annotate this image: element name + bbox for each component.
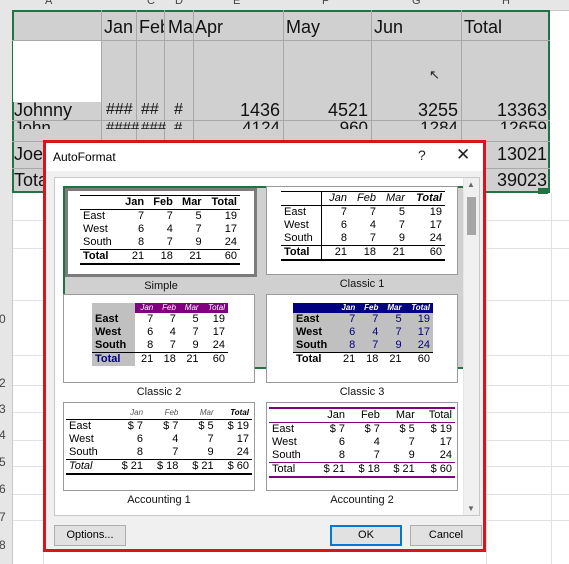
cell[interactable]: ### (106, 100, 133, 120)
close-icon[interactable]: ✕ (456, 145, 470, 165)
cancel-button[interactable]: Cancel (410, 525, 482, 546)
cell[interactable]: May (286, 17, 320, 37)
format-name: Classic 1 (339, 278, 385, 290)
col-header-c[interactable]: C (147, 0, 155, 7)
cell[interactable]: 39023 (488, 170, 547, 190)
cell[interactable]: 13363 (462, 100, 547, 120)
row-header[interactable]: 4 (0, 428, 6, 442)
format-name: Classic 2 (136, 386, 182, 398)
dialog-titlebar[interactable]: AutoFormat ? ✕ (46, 143, 483, 171)
dialog-title: AutoFormat (53, 150, 116, 164)
row-header[interactable]: 8 (0, 538, 6, 552)
cell[interactable]: Mar (168, 17, 193, 37)
format-preview[interactable]: Jan Feb Mar Total East 7 7 5 19 West 6 4 7 17 South… (65, 188, 257, 277)
help-icon[interactable]: ? (418, 147, 426, 163)
row-header[interactable]: 6 (0, 482, 6, 496)
cell[interactable]: 4521 (284, 100, 368, 120)
format-preview[interactable]: Jan Feb Mar Total East 7 7 5 19 West 6 4 7 17 South… (63, 294, 255, 383)
scroll-down-icon[interactable]: ▼ (467, 504, 475, 513)
cell[interactable]: Apr (195, 17, 223, 37)
col-header-e[interactable]: E (233, 0, 240, 7)
scroll-thumb[interactable] (467, 197, 476, 235)
row-header[interactable]: 5 (0, 455, 6, 469)
cell[interactable]: Jan (104, 17, 133, 37)
blank-cell (13, 40, 101, 102)
format-name: Classic 3 (339, 386, 385, 398)
cell[interactable]: Total (464, 17, 502, 37)
col-header-a[interactable]: A (45, 0, 52, 7)
mouse-cursor-icon: ↖ (429, 67, 440, 82)
cell[interactable]: # (174, 100, 183, 120)
cell[interactable]: 3255 (372, 100, 458, 120)
col-header-d[interactable]: D (175, 0, 183, 7)
cell[interactable]: Jun (374, 17, 403, 37)
format-preview[interactable]: Jan Feb Mar Total East $ 7 $ 7 $ 5 $ 19 West 6 4 7… (266, 402, 458, 491)
cell[interactable]: 1436 (194, 100, 280, 120)
format-name: Accounting 1 (127, 494, 191, 506)
cell[interactable]: Joe (14, 144, 43, 164)
ok-button[interactable]: OK (330, 525, 402, 546)
cell[interactable]: Feb (139, 17, 164, 37)
list-scrollbar[interactable]: ▲ ▼ (463, 178, 479, 515)
row-header[interactable]: 2 (0, 376, 6, 390)
format-name: Simple (144, 280, 178, 292)
format-preview[interactable]: Jan Feb Mar Total East 7 7 5 19 West 6 4 7 17 South… (266, 186, 458, 275)
scroll-up-icon[interactable]: ▲ (467, 180, 475, 189)
row-header[interactable]: 0 (0, 312, 6, 326)
cell[interactable]: Johnny (14, 100, 72, 120)
col-header-h[interactable]: H (502, 0, 510, 7)
format-preview[interactable]: Jan Feb Mar Total East 7 7 5 19 West 6 4 7 17 South… (266, 294, 458, 383)
col-header-g[interactable]: G (412, 0, 421, 7)
format-preview[interactable]: Jan Feb Mar Total East $ 7 $ 7 $ 5 $ 19 West 6 4 7… (63, 402, 255, 491)
autoformat-dialog: AutoFormat ? ✕ Jan Feb Mar Total East 7 7 5 19 … (43, 140, 486, 552)
format-name: Accounting 2 (330, 494, 394, 506)
col-header-f[interactable]: F (322, 0, 329, 7)
format-list[interactable]: Jan Feb Mar Total East 7 7 5 19 West 6 4 7 17 South… (54, 177, 480, 516)
row-header[interactable]: 7 (0, 510, 6, 524)
cell[interactable]: 13021 (488, 144, 547, 164)
options-button[interactable]: Options... (54, 525, 126, 546)
cell[interactable]: ## (141, 100, 159, 120)
row-header[interactable]: 3 (0, 402, 6, 416)
